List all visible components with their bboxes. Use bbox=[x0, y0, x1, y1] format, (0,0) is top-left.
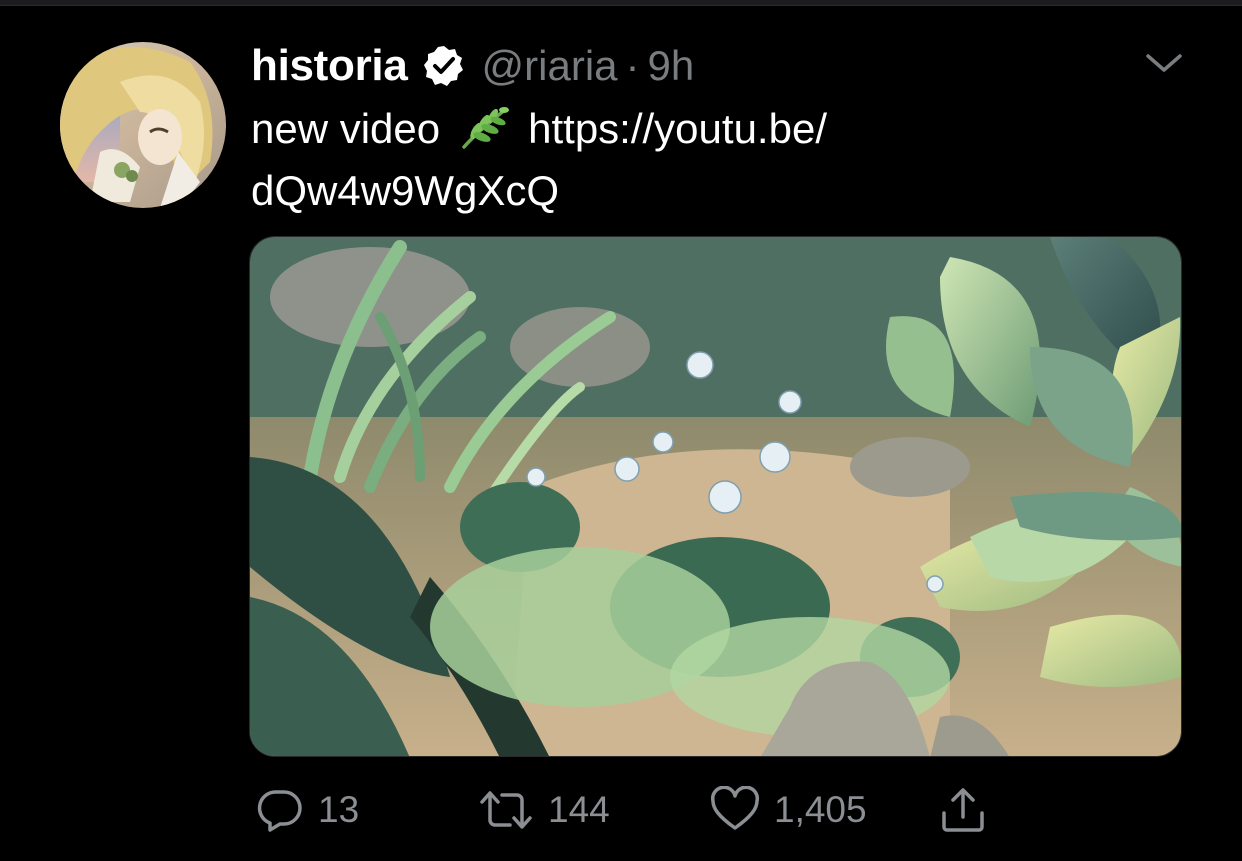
separator-dot: · bbox=[625, 42, 640, 89]
like-count: 1,405 bbox=[774, 789, 867, 830]
tweet-header: historia @riaria · 9h bbox=[251, 38, 694, 94]
retweet-count: 144 bbox=[548, 789, 610, 830]
reply-button[interactable]: 13 bbox=[256, 780, 359, 840]
reply-count: 13 bbox=[318, 789, 360, 830]
tweet-actions: 13 144 1,405 bbox=[250, 780, 1010, 840]
top-divider bbox=[0, 0, 1242, 6]
tweet-text-prefix: new video bbox=[251, 105, 441, 152]
tweet-screen: historia @riaria · 9h new video https://… bbox=[0, 0, 1242, 861]
timestamp[interactable]: 9h bbox=[648, 42, 695, 90]
retweet-button[interactable]: 144 bbox=[478, 780, 610, 840]
tweet-text-line-2: dQw4w9WgXcQ bbox=[251, 160, 1131, 222]
like-button[interactable]: 1,405 bbox=[710, 780, 867, 840]
tweet-link-part-2[interactable]: dQw4w9WgXcQ bbox=[251, 167, 559, 214]
chevron-down-icon[interactable] bbox=[1144, 48, 1184, 78]
share-button[interactable] bbox=[938, 780, 988, 840]
tweet-link-part-1[interactable]: https://youtu.be/ bbox=[528, 105, 827, 152]
tweet-text: new video https://youtu.be/ dQw4w9WgXcQ bbox=[251, 98, 1131, 222]
herb-icon bbox=[456, 101, 514, 151]
heart-icon bbox=[710, 786, 760, 830]
reply-icon bbox=[257, 790, 302, 832]
media-preview[interactable] bbox=[249, 236, 1182, 757]
verified-badge-icon bbox=[422, 44, 466, 88]
retweet-icon bbox=[480, 791, 532, 829]
handle[interactable]: @riaria bbox=[482, 42, 618, 90]
share-icon bbox=[942, 788, 984, 832]
tweet-text-line-1: new video https://youtu.be/ bbox=[251, 98, 1131, 160]
avatar[interactable] bbox=[60, 42, 226, 208]
display-name[interactable]: historia bbox=[251, 41, 408, 91]
